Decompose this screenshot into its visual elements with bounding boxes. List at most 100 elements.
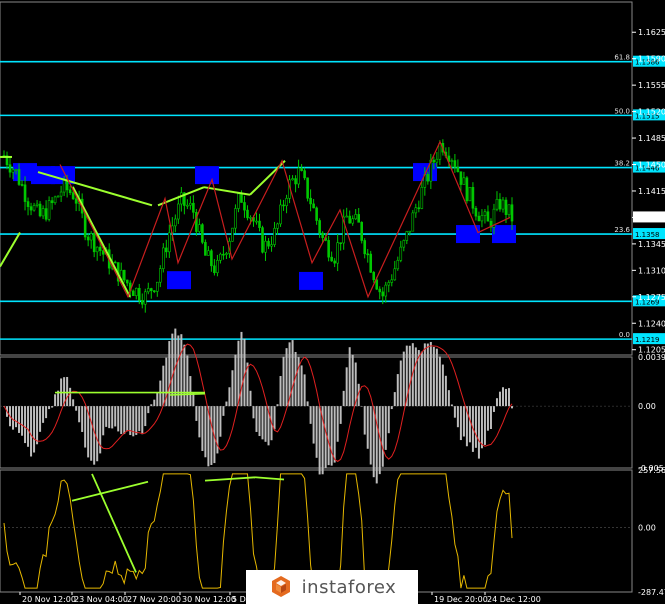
macd-bar (156, 392, 159, 407)
candle-bear (83, 212, 87, 238)
macd-bar (426, 343, 429, 407)
macd-bar (423, 343, 426, 407)
macd-bar (186, 355, 189, 407)
candle-bull (354, 214, 357, 220)
cci-tick-label: -287.471 (638, 588, 665, 597)
macd-bar (282, 356, 285, 407)
candle-bear (68, 189, 72, 193)
candle-bear (333, 260, 336, 264)
candle-bear (201, 224, 204, 243)
macd-bar (117, 406, 120, 432)
macd-bar (228, 387, 231, 407)
level-name: 0.0 (619, 331, 630, 339)
macd-bar (24, 406, 27, 444)
macd-bar (108, 406, 111, 429)
candle-bull (134, 287, 138, 297)
candle-bull (420, 186, 424, 209)
macd-bar (384, 406, 387, 450)
macd-bar (381, 406, 384, 467)
trend-line (203, 186, 251, 196)
macd-bar (468, 406, 471, 443)
macd-bar (204, 406, 207, 458)
macd-bar (324, 406, 327, 468)
candle-bull (231, 227, 234, 242)
candle-bear (140, 300, 144, 305)
macd-bar (300, 365, 303, 407)
macd-bar (48, 406, 51, 410)
candle-bull (177, 203, 180, 220)
price-tick-label: 1.1345 (638, 240, 665, 249)
candle-bull (435, 158, 439, 163)
candle-bear (23, 184, 27, 202)
macd-bar (27, 406, 30, 447)
level-tag-label: 1.1358 (635, 231, 660, 239)
macd-bar (348, 347, 351, 407)
macd-bar (195, 406, 198, 421)
macd-bar (360, 406, 363, 407)
signal-box (299, 271, 323, 290)
macd-bar (96, 406, 99, 462)
macd-bar (276, 404, 279, 407)
candle-bear (372, 271, 376, 281)
candle-bear (243, 202, 246, 211)
macd-bar (438, 356, 441, 407)
time-tick-label: 23 Nov 04:00 (74, 595, 128, 604)
macd-bar (345, 367, 348, 407)
candle-bull (396, 260, 400, 270)
time-tick-label: 19 Dec 20:00 (434, 595, 488, 604)
macd-bar (39, 406, 42, 432)
candle-bear (327, 240, 330, 258)
macd-bar (162, 365, 165, 407)
candle-bull (35, 203, 39, 206)
instaforex-logo-icon (271, 576, 290, 597)
macd-bar (432, 346, 435, 407)
candle-bull (273, 228, 276, 245)
macd-bar (486, 406, 489, 431)
macd-bar (69, 387, 72, 407)
candle-bull (237, 193, 240, 209)
candle-bull (219, 253, 222, 261)
macd-bar (234, 354, 237, 407)
macd-bar (501, 387, 504, 407)
macd-bar (42, 406, 45, 423)
candle-bear (50, 200, 54, 204)
macd-bar (225, 401, 228, 407)
macd-bar (339, 406, 342, 424)
macd-bar (483, 406, 486, 445)
macd-bar (336, 406, 339, 442)
candle-bull (207, 250, 210, 256)
candle-bull (438, 142, 442, 160)
candle-bear (131, 290, 135, 297)
macd-bar (114, 406, 117, 427)
candle-bear (38, 203, 42, 217)
price-tick-label: 1.1625 (638, 28, 665, 37)
candle-bull (41, 208, 45, 217)
candle-bear (149, 288, 153, 292)
macd-bar (45, 406, 48, 419)
price-tick-label: 1.1590 (638, 55, 665, 64)
macd-bar (15, 406, 18, 428)
candle-bear (204, 242, 207, 256)
macd-bar (90, 406, 93, 461)
macd-bar (309, 406, 312, 424)
candle-bull (146, 288, 150, 293)
candle-bear (330, 256, 333, 262)
macd-bar (312, 406, 315, 444)
candle-bear (44, 208, 48, 220)
candle-bull (32, 205, 36, 211)
candle-bull (156, 281, 159, 292)
candle-bull (414, 207, 418, 214)
macd-bar (150, 404, 153, 407)
macd-bar (462, 406, 465, 437)
macd-bar (444, 375, 447, 407)
candle-bear (92, 233, 96, 253)
candle-bear (29, 206, 33, 211)
candle-bull (53, 196, 57, 204)
macd-bar (30, 406, 33, 457)
macd-bar (54, 394, 57, 407)
candle-bull (216, 260, 219, 274)
candle-bull (270, 244, 273, 247)
macd-bar (456, 406, 459, 428)
zigzag-line (59, 140, 511, 299)
macd-bar (441, 364, 444, 407)
